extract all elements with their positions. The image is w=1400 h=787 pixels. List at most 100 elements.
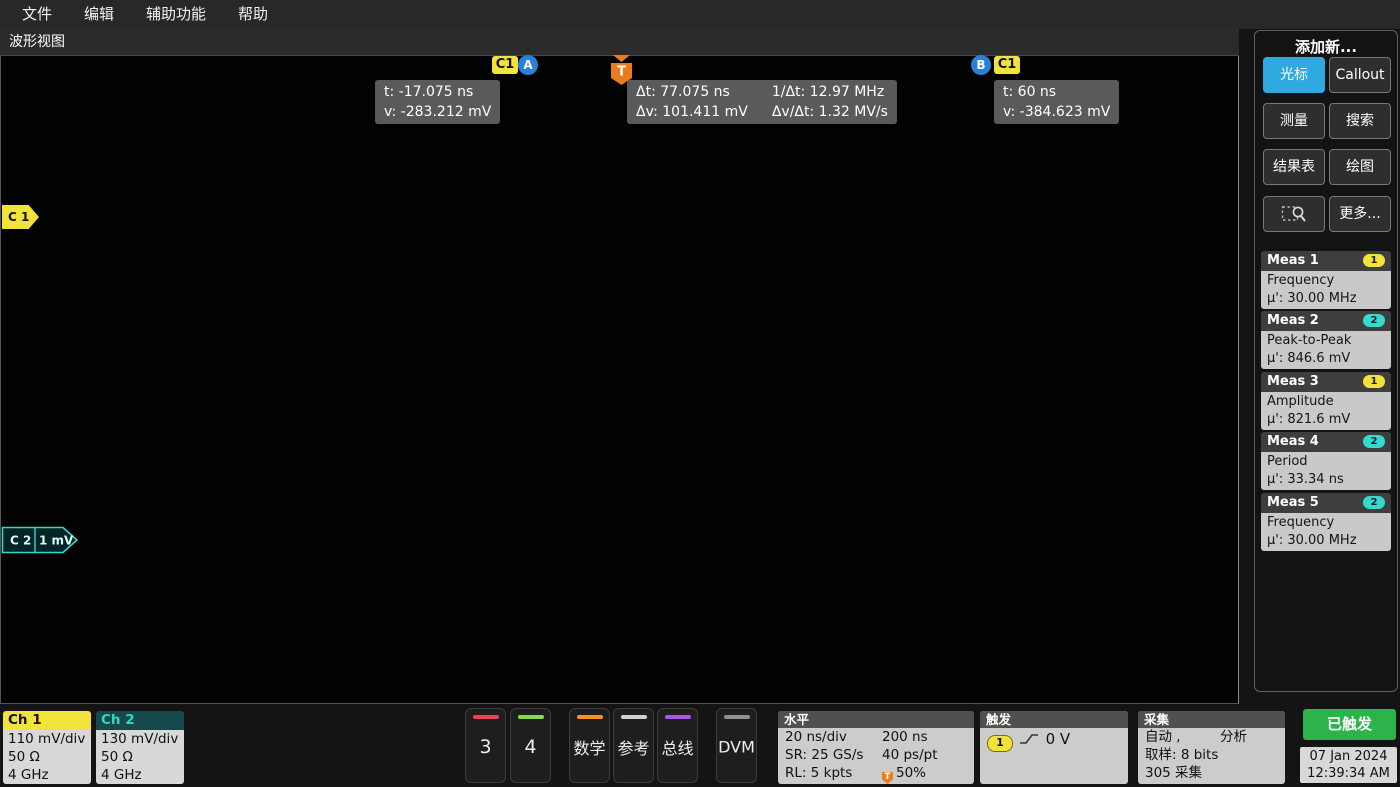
meas-4-card[interactable]: Meas 4 2 Period μ': 33.34 ns xyxy=(1261,432,1391,490)
record-length: RL: 5 kpts xyxy=(785,765,852,781)
search-button[interactable]: 搜索 xyxy=(1329,103,1391,139)
meas-4-name: Meas 4 xyxy=(1267,434,1319,449)
acquisition-panel[interactable]: 采集 自动 , 分析 取样: 8 bits 305 采集 xyxy=(1138,711,1285,784)
delta-t: Δt: 77.075 ns xyxy=(636,82,748,102)
waveform-view-title: 波形视图 xyxy=(9,34,65,50)
results-table-button[interactable]: 结果表 xyxy=(1263,149,1325,185)
meas-3-name: Meas 3 xyxy=(1267,374,1319,389)
math-button[interactable]: 数学 xyxy=(569,708,610,783)
triggered-status-button[interactable]: 已触发 xyxy=(1303,709,1396,740)
meas-2-source-badge: 2 xyxy=(1363,314,1385,327)
cursor-delta-readout[interactable]: Δt: 77.075 ns 1/Δt: 12.97 MHz Δv: 101.41… xyxy=(627,80,897,124)
ch2-badge-title: Ch 2 xyxy=(96,711,184,730)
waveform-view-window xyxy=(0,29,1239,704)
acquisition-mode: 自动 , xyxy=(1145,729,1181,745)
dvm-color-stripe xyxy=(724,715,750,719)
zoom-search-icon xyxy=(1281,203,1307,225)
ref-button[interactable]: 参考 xyxy=(613,708,654,783)
dvm-button-label: DVM xyxy=(717,737,756,756)
cursor-b-time: t: 60 ns xyxy=(1003,82,1110,102)
ch2-marker-scale: 1 mV xyxy=(39,534,74,548)
meas-4-type: Period xyxy=(1267,453,1385,471)
horizontal-scale: 20 ns/div xyxy=(785,729,847,745)
time-label: 12:39:34 AM xyxy=(1300,765,1397,782)
cursor-b-channel-badge[interactable]: C1 xyxy=(994,56,1020,74)
ch2-scale: 130 mV/div xyxy=(101,730,179,748)
horizontal-panel-title: 水平 xyxy=(778,711,974,728)
trigger-position-badge[interactable]: T xyxy=(604,54,640,88)
ch1-scale: 110 mV/div xyxy=(8,730,86,748)
meas-5-card[interactable]: Meas 5 2 Frequency μ': 30.00 MHz xyxy=(1261,493,1391,551)
meas-1-card[interactable]: Meas 1 1 Frequency μ': 30.00 MHz xyxy=(1261,251,1391,309)
meas-2-card[interactable]: Meas 2 2 Peak-to-Peak μ': 846.6 mV xyxy=(1261,311,1391,369)
ch2-badge[interactable]: Ch 2 130 mV/div 50 Ω 4 GHz xyxy=(96,711,184,784)
callout-button[interactable]: Callout xyxy=(1329,57,1391,93)
sample-rate: SR: 25 GS/s xyxy=(785,747,863,763)
trigger-badge-letter: T xyxy=(617,65,626,80)
trigger-level: 0 V xyxy=(1046,730,1071,748)
acquisition-panel-title: 采集 xyxy=(1138,711,1285,728)
math-color-stripe xyxy=(577,715,603,719)
cursor-a-channel-badge[interactable]: C1 xyxy=(492,56,518,74)
menu-file[interactable]: 文件 xyxy=(6,0,68,29)
meas-1-value: μ': 30.00 MHz xyxy=(1267,290,1385,308)
trigger-position-percent: 50% xyxy=(896,765,926,781)
menu-utility[interactable]: 辅助功能 xyxy=(130,0,222,29)
menu-help[interactable]: 帮助 xyxy=(222,0,284,29)
ref-button-label: 参考 xyxy=(614,735,653,759)
meas-2-name: Meas 2 xyxy=(1267,313,1319,328)
ch2-bandwidth: 4 GHz xyxy=(101,766,179,784)
dvm-button[interactable]: DVM xyxy=(716,708,757,783)
cursor-b-voltage: v: -384.623 mV xyxy=(1003,102,1110,122)
date-label: 07 Jan 2024 xyxy=(1300,748,1397,765)
plot-button[interactable]: 绘图 xyxy=(1329,149,1391,185)
meas-1-source-badge: 1 xyxy=(1363,254,1385,267)
cursor-a-voltage: v: -283.212 mV xyxy=(384,102,491,122)
meas-4-source-badge: 2 xyxy=(1363,435,1385,448)
ch3-button-label: 3 xyxy=(466,736,505,758)
ch4-button-label: 4 xyxy=(511,736,550,758)
cursors-button[interactable]: 光标 xyxy=(1263,57,1325,93)
ch4-color-stripe xyxy=(518,715,544,719)
ch3-button[interactable]: 3 xyxy=(465,708,506,783)
inverse-delta-t: 1/Δt: 12.97 MHz xyxy=(772,82,888,102)
meas-5-value: μ': 30.00 MHz xyxy=(1267,532,1385,550)
waveform-view-titlebar[interactable]: 波形视图 xyxy=(0,29,1239,56)
more-button[interactable]: 更多... xyxy=(1329,196,1391,232)
oscilloscope-screen: 文件 编辑 辅助功能 帮助 波形视图 C1 A B C1 T t: -17.07… xyxy=(0,0,1400,787)
meas-2-type: Peak-to-Peak xyxy=(1267,332,1385,350)
meas-3-card[interactable]: Meas 3 1 Amplitude μ': 821.6 mV xyxy=(1261,372,1391,430)
sample-resolution: 40 ps/pt xyxy=(882,746,937,764)
trigger-position-icon: T xyxy=(882,772,893,784)
meas-3-source-badge: 1 xyxy=(1363,375,1385,388)
ch1-termination: 50 Ω xyxy=(8,748,86,766)
measure-button[interactable]: 测量 xyxy=(1263,103,1325,139)
cursor-b-readout[interactable]: t: 60 ns v: -384.623 mV xyxy=(994,80,1119,124)
trigger-panel[interactable]: 触发 1 0 V xyxy=(980,711,1128,784)
acquisition-bits: 取样: 8 bits xyxy=(1138,746,1285,764)
bus-button[interactable]: 总线 xyxy=(657,708,698,783)
ch1-badge[interactable]: Ch 1 110 mV/div 50 Ω 4 GHz xyxy=(3,711,91,784)
menu-edit[interactable]: 编辑 xyxy=(68,0,130,29)
delta-v-over-t: Δv/Δt: 1.32 MV/s xyxy=(772,102,888,122)
menu-bar: 文件 编辑 辅助功能 帮助 xyxy=(0,0,1400,29)
ch4-button[interactable]: 4 xyxy=(510,708,551,783)
bus-button-label: 总线 xyxy=(658,735,697,759)
cursor-a-badge[interactable]: A xyxy=(518,55,538,75)
meas-1-type: Frequency xyxy=(1267,272,1385,290)
ch2-axis-marker[interactable]: C 2 1 mV xyxy=(1,526,83,554)
meas-3-value: μ': 821.6 mV xyxy=(1267,411,1385,429)
zoom-search-button[interactable] xyxy=(1263,196,1325,232)
horizontal-panel[interactable]: 水平 20 ns/div 200 ns SR: 25 GS/s 40 ps/pt… xyxy=(778,711,974,784)
trigger-panel-title: 触发 xyxy=(980,711,1128,728)
acquisition-count: 305 采集 xyxy=(1138,764,1285,782)
horizontal-window: 200 ns xyxy=(882,728,928,746)
meas-4-value: μ': 33.34 ns xyxy=(1267,471,1385,489)
math-button-label: 数学 xyxy=(570,735,609,759)
ref-color-stripe xyxy=(621,715,647,719)
cursor-b-badge[interactable]: B xyxy=(971,55,991,75)
meas-5-type: Frequency xyxy=(1267,514,1385,532)
cursor-a-readout[interactable]: t: -17.075 ns v: -283.212 mV xyxy=(375,80,500,124)
ch1-badge-title: Ch 1 xyxy=(3,711,91,730)
meas-1-name: Meas 1 xyxy=(1267,253,1319,268)
